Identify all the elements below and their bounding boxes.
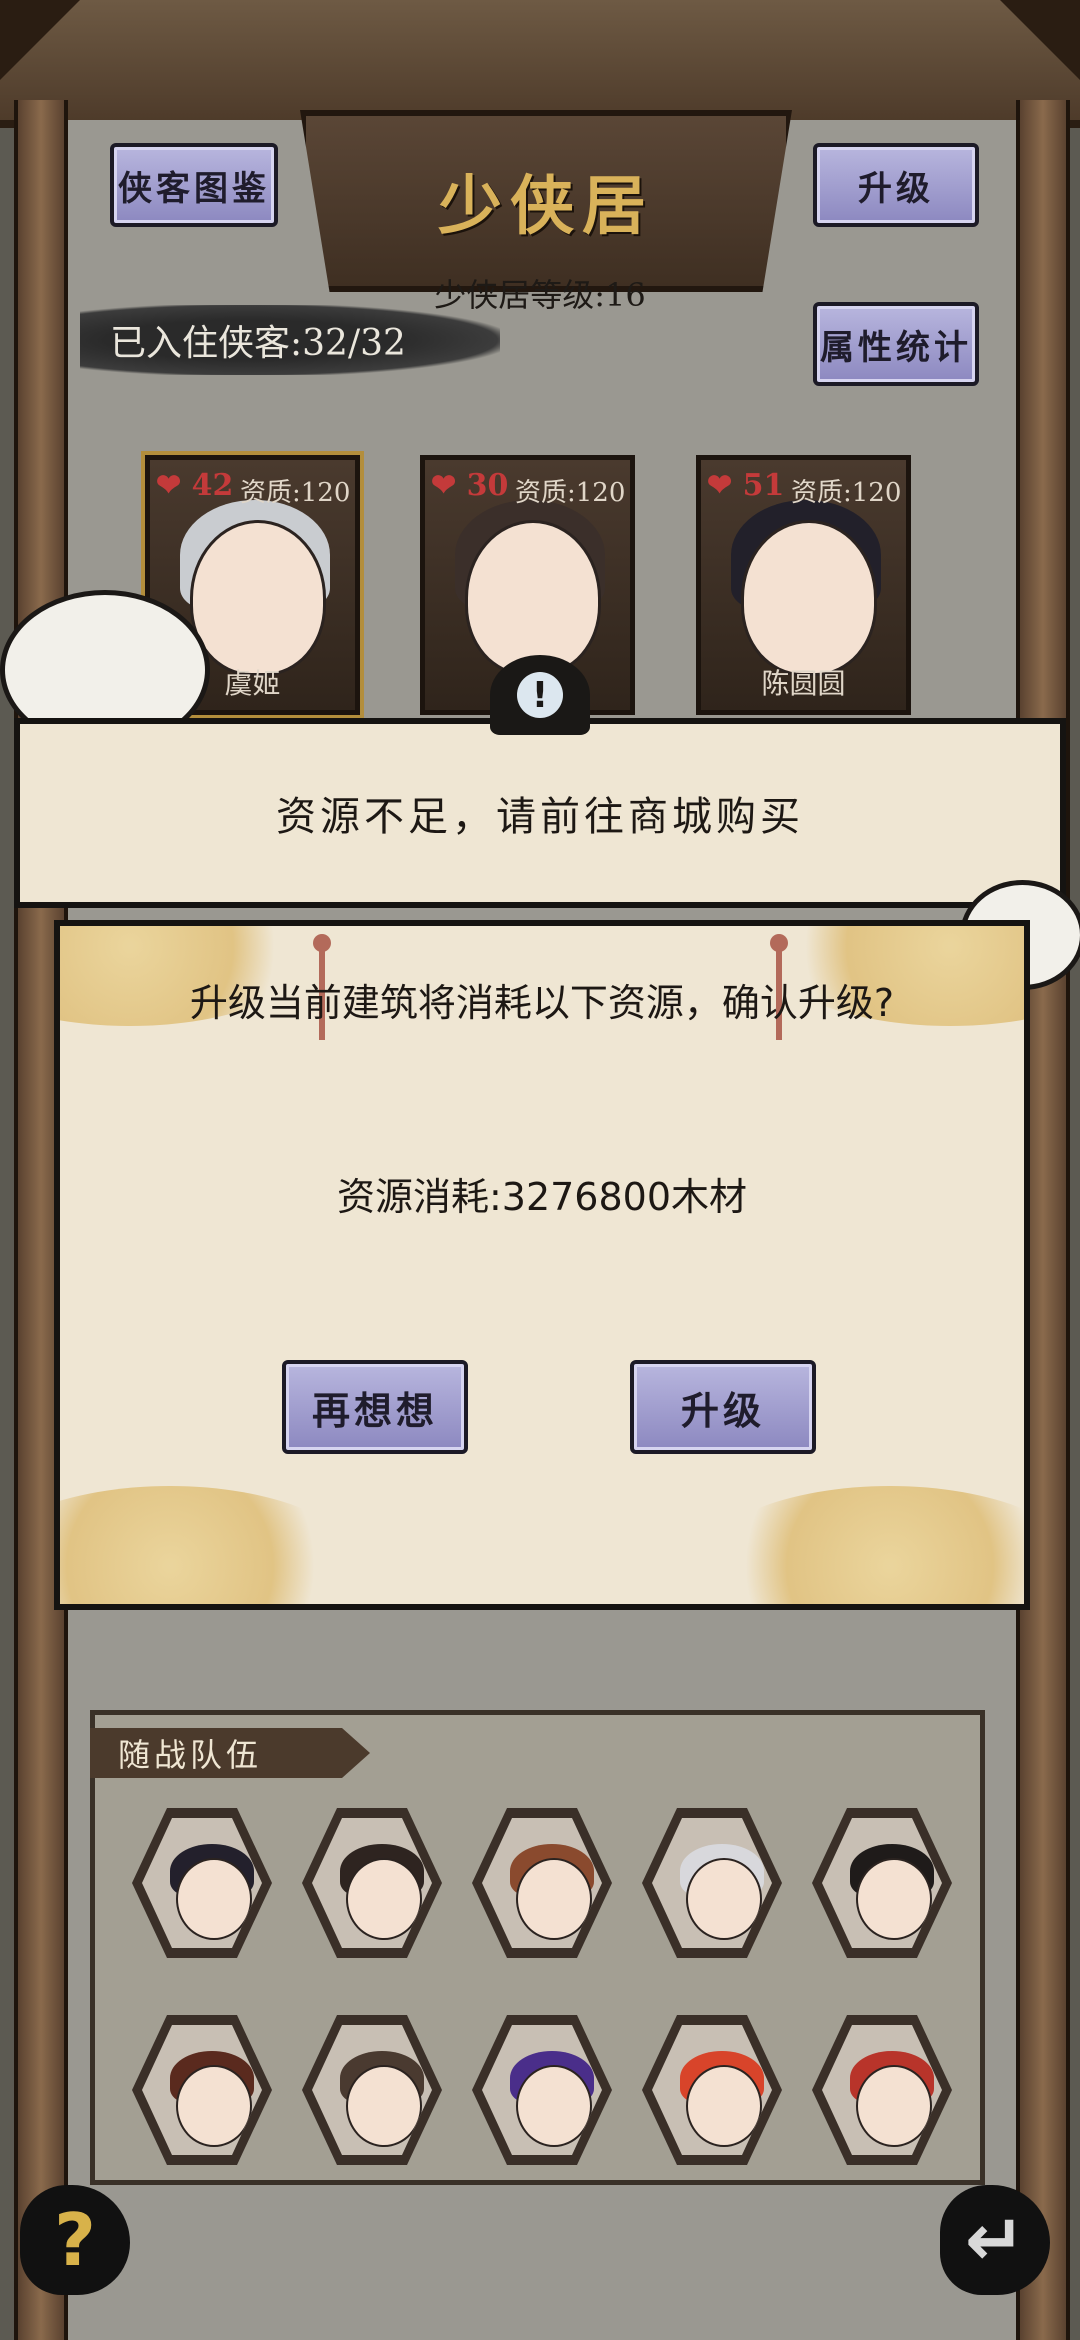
hero-hp: ❤ 51 <box>707 468 785 503</box>
hero-portrait <box>741 520 877 676</box>
team-member-face <box>686 1858 762 1940</box>
team-member-face <box>856 2065 932 2147</box>
swirl-decoration <box>60 1486 360 1604</box>
hero-hp: ❤ 30 <box>431 468 509 503</box>
roof-corner-left <box>0 0 80 80</box>
hero-hp: ❤ 42 <box>156 468 234 503</box>
team-member-face <box>686 2065 762 2147</box>
hero-name: 陈圆圆 <box>761 667 846 700</box>
roof-corner-right <box>1000 0 1080 80</box>
dialog-message: 升级当前建筑将消耗以下资源，确认升级? <box>189 981 895 1025</box>
hero-card[interactable]: ❤ 51 资质:120 陈圆圆 <box>696 455 911 715</box>
upgrade-top-button[interactable]: 升级 <box>813 143 979 227</box>
residents-count: 已入住侠客:32/32 <box>110 323 406 364</box>
team-member-face <box>176 2065 252 2147</box>
team-member-face <box>346 2065 422 2147</box>
dialog-body: 升级当前建筑将消耗以下资源，确认升级? 资源消耗:3276800木材 再想想 升… <box>54 920 1030 1610</box>
team-member-portrait <box>142 2025 262 2155</box>
team-member-portrait <box>652 1818 772 1948</box>
back-button[interactable]: ↵ <box>940 2185 1050 2295</box>
dialog-header: 资源不足，请前往商城购买 <box>14 718 1066 908</box>
team-member-portrait <box>312 1818 432 1948</box>
hero-aptitude: 资质:120 <box>240 478 351 508</box>
team-member-face <box>516 2065 592 2147</box>
team-member-portrait <box>142 1818 262 1948</box>
heart-icon: ❤ <box>156 468 182 503</box>
alert-icon: ! <box>517 672 563 718</box>
back-arrow-icon: ↵ <box>964 2198 1026 2282</box>
team-member-portrait <box>652 2025 772 2155</box>
residents-count-banner: 已入住侠客:32/32 <box>80 305 500 375</box>
team-member-portrait <box>312 2025 432 2155</box>
resource-cost: 资源消耗:3276800木材 <box>336 1175 748 1219</box>
help-button[interactable]: ? <box>20 2185 130 2295</box>
page-title: 少侠居 <box>438 169 654 244</box>
swirl-decoration <box>700 1486 1024 1604</box>
team-member-portrait <box>482 1818 602 1948</box>
team-member-face <box>516 1858 592 1940</box>
hero-portrait <box>465 520 601 676</box>
heart-icon: ❤ <box>707 468 733 503</box>
attribute-stats-button[interactable]: 属性统计 <box>813 302 979 386</box>
hero-portrait <box>190 520 326 676</box>
confirm-upgrade-button[interactable]: 升级 <box>630 1360 816 1454</box>
roof <box>0 0 1080 128</box>
team-label: 随战队伍 <box>90 1728 370 1778</box>
hero-codex-button[interactable]: 侠客图鉴 <box>110 143 278 227</box>
team-member-face <box>346 1858 422 1940</box>
alert-badge: ! <box>490 655 590 735</box>
team-member-face <box>856 1858 932 1940</box>
heart-icon: ❤ <box>431 468 457 503</box>
cancel-button[interactable]: 再想想 <box>282 1360 468 1454</box>
dialog-title: 资源不足，请前往商城购买 <box>276 794 804 840</box>
team-member-portrait <box>822 1818 942 1948</box>
title-board: 少侠居 <box>300 110 792 292</box>
team-member-portrait <box>822 2025 942 2155</box>
team-member-face <box>176 1858 252 1940</box>
team-member-portrait <box>482 2025 602 2155</box>
hero-aptitude: 资质:120 <box>515 478 626 508</box>
question-icon: ? <box>54 2198 96 2282</box>
hero-aptitude: 资质:120 <box>791 478 902 508</box>
